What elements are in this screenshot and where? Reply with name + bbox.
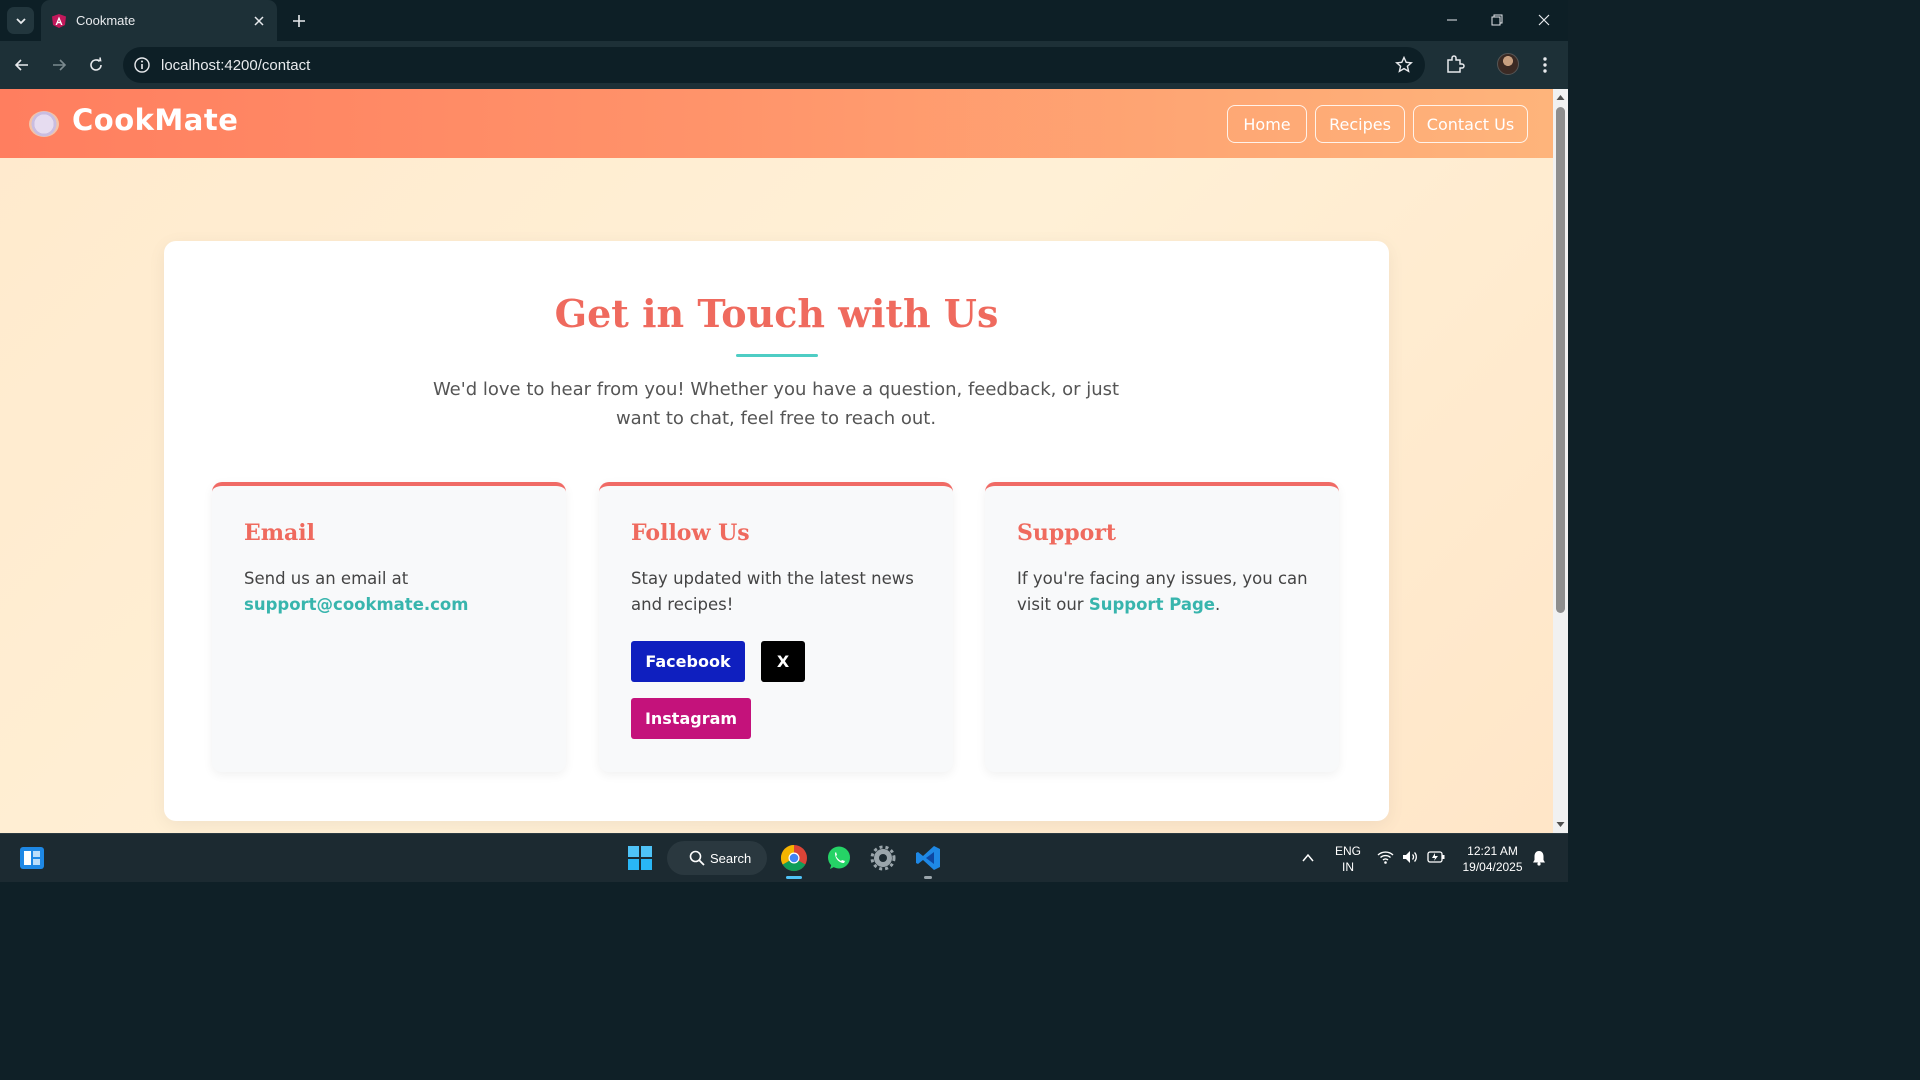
title-underline [736,354,818,357]
close-icon [1538,14,1550,26]
scrollbar-thumb[interactable] [1556,107,1565,613]
whatsapp-taskbar-button[interactable] [823,842,855,874]
address-bar[interactable]: localhost:4200/contact [123,47,1425,83]
contact-card: Get in Touch with Us We'd love to hear f… [164,241,1389,821]
scroll-up-icon[interactable] [1556,93,1565,102]
x-button[interactable]: X [761,641,805,682]
clock[interactable]: 12:21 AM 19/04/2025 [1455,843,1530,875]
vscode-taskbar-button[interactable] [912,842,944,874]
forward-button[interactable] [45,51,73,79]
brand-name[interactable]: CookMate [72,103,238,137]
arrow-right-icon [53,59,67,71]
intro-text: We'd love to hear from you! Whether you … [432,379,1120,429]
reload-icon [90,57,102,71]
browser-menu-button[interactable] [1535,53,1555,77]
close-window-button[interactable] [1529,6,1559,34]
new-tab-button[interactable] [286,8,311,33]
page-scrollbar[interactable] [1553,89,1568,833]
reload-button[interactable] [82,51,110,79]
more-vertical-icon [1543,57,1547,73]
facebook-button[interactable]: Facebook [631,641,745,682]
page-viewport: CookMate Home Recipes Contact Us Get in … [0,89,1553,833]
language-indicator[interactable]: ENG IN [1333,843,1363,875]
wifi-icon[interactable] [1377,850,1394,864]
chrome-taskbar-button[interactable] [778,842,810,874]
chevron-up-icon[interactable] [1302,853,1314,863]
tab-search-button[interactable] [7,7,34,34]
extensions-icon[interactable] [1443,52,1467,76]
email-title: Email [244,520,316,546]
email-card: Email Send us an email at support@cookma… [212,482,566,772]
plus-icon [292,14,305,27]
restore-button[interactable] [1482,6,1512,34]
back-button[interactable] [8,51,36,79]
angular-favicon-icon [52,13,66,28]
clock-date: 19/04/2025 [1462,860,1523,874]
minimize-button[interactable] [1437,6,1467,34]
clock-time: 12:21 AM [1467,844,1518,858]
browser-tab-strip: Cookmate [0,0,1568,41]
widgets-icon [20,847,44,869]
notification-bell-icon[interactable] [1532,850,1546,866]
tab-title: Cookmate [76,13,136,28]
instagram-button[interactable]: Instagram [631,698,751,739]
page-title: Get in Touch with Us [554,291,999,336]
support-card: Support If you're facing any issues, you… [985,482,1339,772]
settings-taskbar-button[interactable] [867,842,899,874]
language-line-1: ENG [1334,844,1361,858]
support-page-link[interactable]: Support Page [1089,595,1215,614]
taskbar: Search ENG IN 12:21 AM 19/04/2025 [0,833,1568,882]
follow-title: Follow Us [631,520,750,546]
windows-logo-icon [628,846,652,870]
search-icon [689,850,705,866]
chrome-icon [780,844,807,872]
url-text: localhost:4200/contact [161,56,311,74]
profile-avatar[interactable] [1497,53,1519,75]
email-link[interactable]: support@cookmate.com [244,595,468,614]
email-label: Send us an email at [244,569,409,588]
info-icon[interactable] [133,56,151,74]
minimize-icon [1447,19,1457,21]
restore-icon [1491,14,1503,26]
support-text-after: . [1215,595,1221,614]
language-line-2: IN [1342,860,1354,874]
browser-tab[interactable]: Cookmate [41,0,277,41]
nav-home[interactable]: Home [1227,105,1307,143]
support-title: Support [1017,520,1117,546]
browser-toolbar: localhost:4200/contact [0,41,1568,89]
logo-icon [29,111,59,137]
close-icon[interactable] [251,13,267,29]
follow-text: Stay updated with the latest news and re… [631,569,914,614]
vscode-active-indicator [924,876,932,879]
chrome-active-indicator [786,876,802,879]
site-header: CookMate Home Recipes Contact Us [0,89,1553,158]
nav-contact-us[interactable]: Contact Us [1413,105,1528,143]
whatsapp-icon [828,846,850,869]
email-text: Send us an email at support@cookmate.com [244,566,544,618]
scroll-down-icon[interactable] [1556,820,1565,829]
widgets-button[interactable] [16,842,48,874]
arrow-left-icon [14,59,28,71]
support-text: If you're facing any issues, you can vis… [1017,566,1317,618]
start-button[interactable] [624,842,656,874]
battery-icon[interactable] [1427,851,1445,863]
star-icon[interactable] [1395,56,1413,74]
vscode-icon [916,846,940,870]
nav-recipes[interactable]: Recipes [1315,105,1405,143]
chevron-down-icon [15,17,26,24]
search-label: Search [710,850,752,866]
gear-icon [870,845,896,871]
taskbar-search[interactable]: Search [667,841,767,875]
follow-card: Follow Us Stay updated with the latest n… [599,482,953,772]
volume-icon[interactable] [1402,850,1419,864]
